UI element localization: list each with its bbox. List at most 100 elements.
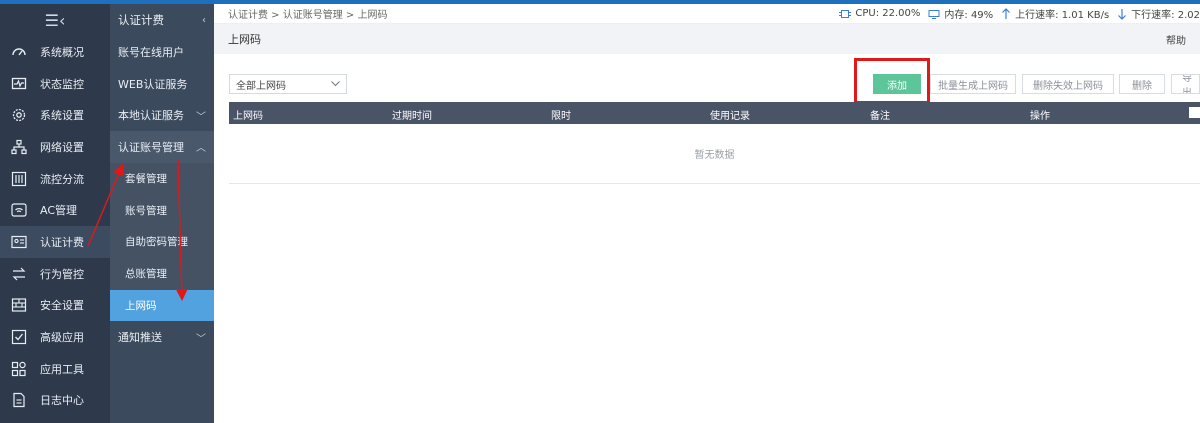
chevron-down-icon bbox=[331, 81, 340, 87]
chevron-up-icon: ︿ bbox=[196, 143, 206, 155]
column-actions[interactable]: 操作 bbox=[1030, 107, 1050, 122]
secondary-sidebar: 认证计费 ‹ 账号在线用户 WEB认证服务 本地认证服务 ﹀ 认证账号管理 ︿ 套餐… bbox=[110, 4, 214, 423]
help-link[interactable]: 帮助 bbox=[1166, 32, 1186, 47]
document-icon bbox=[10, 391, 28, 409]
subnav-ledger[interactable]: 总账管理 bbox=[110, 257, 214, 290]
subnav-online-users[interactable]: 账号在线用户 bbox=[110, 36, 214, 68]
nav-label: 应用工具 bbox=[40, 362, 84, 376]
subnav-title: 认证计费 bbox=[118, 13, 164, 27]
apps-icon bbox=[10, 360, 28, 378]
system-stats: CPU: 22.00% 内存: 49% 上行速率: 1.01 KB/s 下行速率… bbox=[839, 6, 1200, 21]
subnav-label: 认证账号管理 bbox=[118, 140, 184, 154]
subnav-label: 本地认证服务 bbox=[118, 109, 184, 123]
chevron-down-icon: ﹀ bbox=[196, 111, 206, 123]
column-usage-record[interactable]: 使用记录 bbox=[710, 107, 750, 122]
delete-button[interactable]: 删除 bbox=[1119, 74, 1165, 94]
subnav-net-code[interactable]: 上网码 bbox=[110, 289, 214, 322]
nav-auth-billing[interactable]: 认证计费 bbox=[0, 226, 110, 258]
subnav-label: 总账管理 bbox=[125, 268, 167, 281]
nav-ac-management[interactable]: AC管理 bbox=[0, 194, 110, 226]
arrows-icon bbox=[10, 265, 28, 283]
checklist-icon bbox=[10, 328, 28, 346]
subnav-label: WEB认证服务 bbox=[118, 77, 188, 91]
primary-sidebar: ☰‹ 系统概况 状态监控 系统设置 网络设置 流控分流 AC管理 认证计费 行为… bbox=[0, 4, 110, 423]
firewall-icon bbox=[10, 296, 28, 314]
nav-behavior-control[interactable]: 行为管控 bbox=[0, 258, 110, 290]
subnav-header: 认证计费 ‹ bbox=[110, 4, 214, 36]
column-remark[interactable]: 备注 bbox=[870, 107, 890, 122]
nav-flow-control[interactable]: 流控分流 bbox=[0, 163, 110, 195]
nav-log-center[interactable]: 日志中心 bbox=[0, 385, 110, 417]
subnav-web-auth[interactable]: WEB认证服务 bbox=[110, 68, 214, 100]
nav-label: AC管理 bbox=[40, 204, 78, 218]
nav-label: 高级应用 bbox=[40, 331, 84, 345]
nav-label: 行为管控 bbox=[40, 267, 84, 281]
nav-label: 系统设置 bbox=[40, 109, 84, 123]
nav-advanced-apps[interactable]: 高级应用 bbox=[0, 321, 110, 353]
gear-icon bbox=[10, 106, 28, 124]
nav-label: 日志中心 bbox=[40, 394, 84, 408]
export-button[interactable]: 导出 bbox=[1171, 74, 1200, 94]
toolbar: 全部上网码 添加 批量生成上网码 删除失效上网码 删除 导出 bbox=[214, 72, 1200, 96]
subnav-package-mgmt[interactable]: 套餐管理 bbox=[110, 162, 214, 195]
nav-label: 认证计费 bbox=[40, 235, 84, 249]
wifi-icon bbox=[10, 201, 28, 219]
network-icon bbox=[10, 138, 28, 156]
delete-invalid-button[interactable]: 删除失效上网码 bbox=[1022, 74, 1114, 94]
main-content: 认证计费 > 认证账号管理 > 上网码 CPU: 22.00% 内存: 49% … bbox=[214, 4, 1200, 423]
add-button-highlight-box bbox=[854, 58, 930, 104]
subnav-account[interactable]: 账号管理 bbox=[110, 194, 214, 227]
download-value: 下行速率: 2.02 bbox=[1131, 10, 1200, 21]
nav-label: 流控分流 bbox=[40, 172, 84, 186]
sliders-icon bbox=[10, 170, 28, 188]
table-header: 上网码 过期时间 限时 使用记录 备注 操作 bbox=[229, 102, 1200, 124]
subnav-label: 上网码 bbox=[125, 299, 157, 312]
subnav-label: 账号管理 bbox=[125, 204, 167, 217]
nav-security-settings[interactable]: 安全设置 bbox=[0, 290, 110, 322]
column-time-limit[interactable]: 限时 bbox=[551, 107, 571, 122]
dashboard-icon bbox=[10, 43, 28, 61]
nav-label: 网络设置 bbox=[40, 140, 84, 154]
filter-value: 全部上网码 bbox=[236, 80, 286, 92]
cpu-stat: CPU: 22.00% bbox=[839, 8, 920, 20]
nav-system-settings[interactable]: 系统设置 bbox=[0, 99, 110, 131]
download-stat: 下行速率: 2.02 bbox=[1117, 6, 1200, 21]
arrow-down-icon bbox=[1118, 8, 1127, 20]
subnav-self-password[interactable]: 自助密码管理 bbox=[110, 226, 214, 258]
monitor-icon bbox=[10, 75, 28, 93]
nav-label: 系统概况 bbox=[40, 45, 84, 59]
empty-table-message: 暂无数据 bbox=[229, 124, 1200, 184]
subnav-label: 通知推送 bbox=[118, 331, 162, 345]
page-header: 上网码 帮助 bbox=[214, 24, 1200, 54]
memory-icon bbox=[928, 9, 940, 19]
column-net-code[interactable]: 上网码 bbox=[233, 107, 263, 122]
nav-status-monitor[interactable]: 状态监控 bbox=[0, 68, 110, 100]
collapse-menu-icon[interactable]: ☰‹ bbox=[0, 4, 110, 36]
arrow-up-icon bbox=[1002, 7, 1011, 19]
nav-label: 状态监控 bbox=[40, 77, 84, 91]
cpu-icon bbox=[839, 9, 852, 18]
column-expire-time[interactable]: 过期时间 bbox=[392, 107, 432, 122]
subnav-local-auth[interactable]: 本地认证服务 ﹀ bbox=[110, 99, 214, 131]
chevron-down-icon: ﹀ bbox=[196, 333, 206, 345]
subnav-account-mgmt[interactable]: 认证账号管理 ︿ bbox=[110, 131, 214, 163]
memory-value: 内存: 49% bbox=[944, 10, 994, 21]
breadcrumb: 认证计费 > 认证账号管理 > 上网码 bbox=[228, 10, 388, 21]
nav-network-settings[interactable]: 网络设置 bbox=[0, 131, 110, 163]
subnav-label: 账号在线用户 bbox=[118, 45, 184, 59]
nav-system-overview[interactable]: 系统概况 bbox=[0, 36, 110, 68]
select-all-checkbox[interactable] bbox=[1189, 107, 1200, 118]
upload-value: 上行速率: 1.01 KB/s bbox=[1015, 10, 1110, 21]
subnav-notify[interactable]: 通知推送 ﹀ bbox=[110, 321, 214, 353]
batch-generate-button[interactable]: 批量生成上网码 bbox=[930, 74, 1016, 94]
subnav-label: 套餐管理 bbox=[125, 173, 167, 186]
status-bar: 认证计费 > 认证账号管理 > 上网码 CPU: 22.00% 内存: 49% … bbox=[214, 4, 1200, 24]
nav-app-tools[interactable]: 应用工具 bbox=[0, 353, 110, 385]
cpu-value: CPU: 22.00% bbox=[855, 8, 921, 19]
net-code-filter-select[interactable]: 全部上网码 bbox=[229, 74, 347, 94]
nav-label: 安全设置 bbox=[40, 299, 84, 313]
collapse-subnav-icon[interactable]: ‹ bbox=[202, 15, 206, 26]
upload-stat: 上行速率: 1.01 KB/s bbox=[1001, 6, 1109, 21]
memory-stat: 内存: 49% bbox=[928, 6, 993, 21]
page-title: 上网码 bbox=[228, 33, 261, 46]
